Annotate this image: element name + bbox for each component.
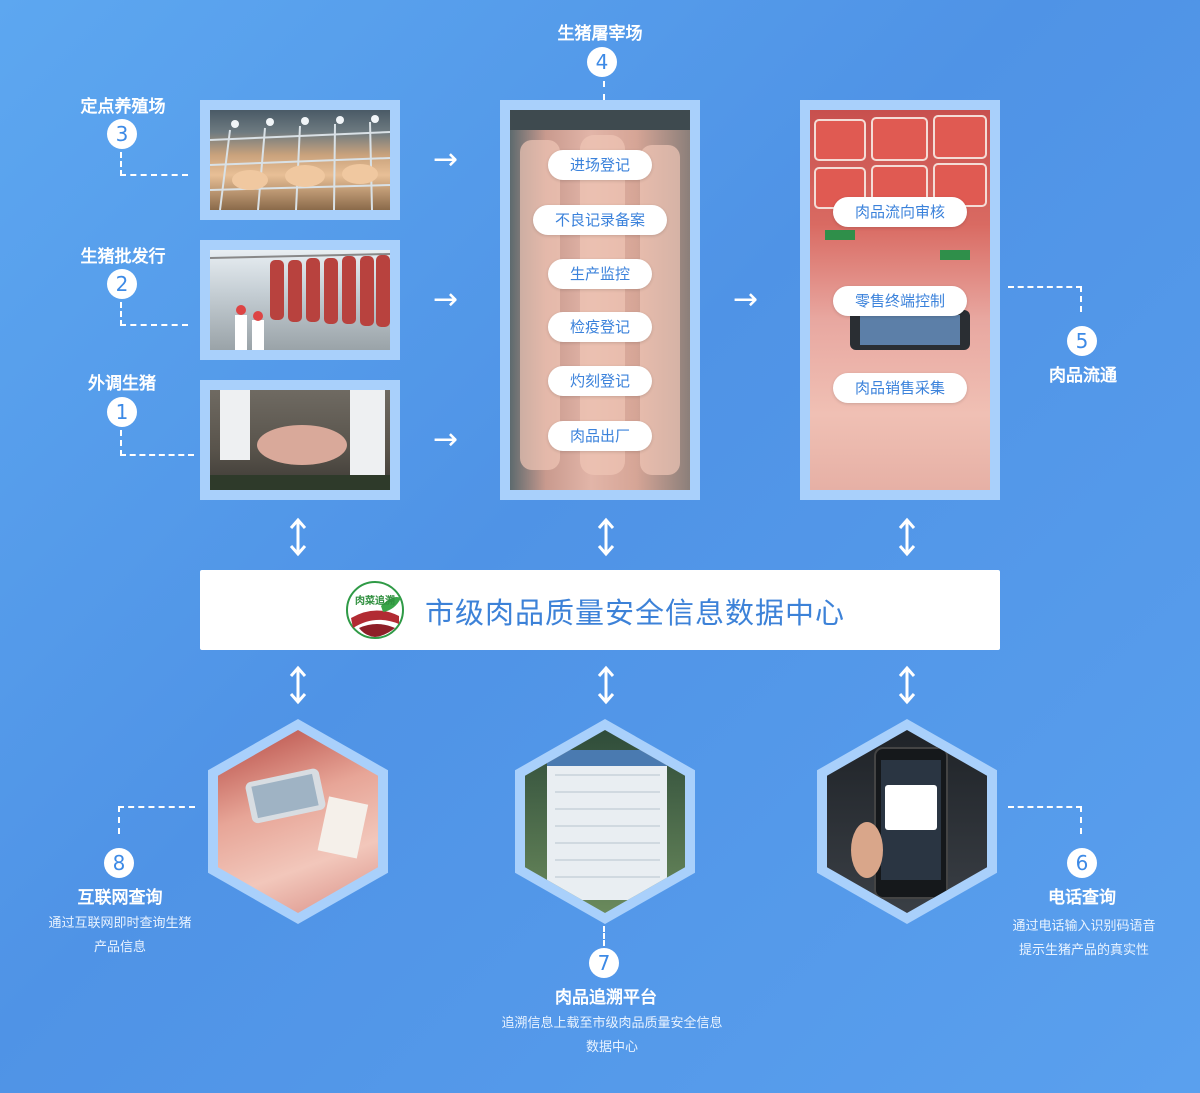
connector-transfer bbox=[120, 430, 194, 456]
slaughter-title: 生猪屠宰场 bbox=[557, 24, 643, 44]
step-pill-marking: 灼刻登记 bbox=[547, 366, 653, 396]
phone-query-hexagon bbox=[817, 719, 997, 924]
internet-query-number: 8 bbox=[104, 848, 134, 878]
step-pill-quarantine: 检疫登记 bbox=[547, 312, 653, 342]
step-pill-bad-record: 不良记录备案 bbox=[532, 205, 668, 235]
traceability-diagram: 定点养殖场 3 生猪批发行 2 外调生猪 1 → → → 生猪屠宰场 4 进场登… bbox=[0, 0, 1200, 1093]
double-arrow-icon bbox=[898, 665, 916, 705]
traceability-logo: 肉菜追溯 bbox=[346, 581, 404, 639]
phone-query-image bbox=[827, 730, 987, 913]
connector-internet-query bbox=[118, 806, 195, 834]
step-pill-entry-registration: 进场登记 bbox=[547, 150, 653, 180]
source-title-wholesale: 生猪批发行 bbox=[80, 247, 166, 267]
step-pill-production-monitoring: 生产监控 bbox=[547, 259, 653, 289]
source-number-wholesale: 2 bbox=[107, 269, 137, 299]
internet-query-image bbox=[218, 730, 378, 913]
step-pill-flow-audit: 肉品流向审核 bbox=[832, 197, 968, 227]
double-arrow-icon bbox=[289, 665, 307, 705]
platform-title: 肉品追溯平台 bbox=[555, 988, 657, 1008]
step-pill-sales-collection: 肉品销售采集 bbox=[832, 373, 968, 403]
platform-hexagon bbox=[515, 719, 695, 924]
platform-desc-line-1: 追溯信息上载至市级肉品质量安全信息 bbox=[501, 1016, 723, 1031]
connector-farm bbox=[120, 152, 188, 176]
slaughter-number: 4 bbox=[587, 47, 617, 77]
double-arrow-icon bbox=[597, 665, 615, 705]
pig-farm-image bbox=[210, 110, 390, 210]
platform-image bbox=[525, 730, 685, 913]
wholesale-photo-frame bbox=[200, 240, 400, 360]
source-number-farm: 3 bbox=[107, 119, 137, 149]
phone-query-desc-line-2: 提示生猪产品的真实性 bbox=[1018, 943, 1150, 958]
pig-transfer-image bbox=[210, 390, 390, 490]
step-pill-retail-control: 零售终端控制 bbox=[832, 286, 968, 316]
phone-query-desc-line-1: 通过电话输入识别码语音 bbox=[1012, 919, 1156, 934]
step-pill-meat-exit: 肉品出厂 bbox=[547, 421, 653, 451]
platform-number: 7 bbox=[589, 948, 619, 978]
double-arrow-icon bbox=[898, 517, 916, 557]
connector-phone-query bbox=[1008, 806, 1082, 834]
source-title-transfer: 外调生猪 bbox=[88, 374, 156, 394]
phone-query-number: 6 bbox=[1067, 848, 1097, 878]
internet-query-hexagon bbox=[208, 719, 388, 924]
carcass-hall-image bbox=[210, 250, 390, 350]
farm-photo-frame bbox=[200, 100, 400, 220]
phone-query-title: 电话查询 bbox=[1048, 888, 1116, 908]
circulation-title: 肉品流通 bbox=[1049, 366, 1117, 386]
circulation-photo-frame: 肉品流向审核 零售终端控制 肉品销售采集 bbox=[800, 100, 1000, 500]
internet-query-desc-line-2: 产品信息 bbox=[93, 940, 147, 955]
slaughter-photo-frame: 进场登记 不良记录备案 生产监控 检疫登记 灼刻登记 肉品出厂 bbox=[500, 100, 700, 500]
transfer-photo-frame bbox=[200, 380, 400, 500]
connector-slaughter bbox=[603, 81, 605, 100]
double-arrow-icon bbox=[597, 517, 615, 557]
arrow-right-icon: → bbox=[733, 282, 759, 317]
source-title-farm: 定点养殖场 bbox=[80, 97, 166, 117]
arrow-right-icon: → bbox=[433, 282, 459, 317]
connector-circulation bbox=[1008, 286, 1082, 312]
data-center-bar: 肉菜追溯 市级肉品质量安全信息数据中心 bbox=[200, 570, 1000, 650]
logo-text: 肉菜追溯 bbox=[355, 594, 395, 607]
connector-platform bbox=[603, 926, 605, 946]
data-center-title: 市级肉品质量安全信息数据中心 bbox=[425, 596, 846, 630]
circulation-number: 5 bbox=[1067, 326, 1097, 356]
double-arrow-icon bbox=[289, 517, 307, 557]
source-number-transfer: 1 bbox=[107, 397, 137, 427]
arrow-right-icon: → bbox=[433, 142, 459, 177]
internet-query-title: 互联网查询 bbox=[77, 888, 163, 908]
internet-query-desc-line-1: 通过互联网即时查询生猪 bbox=[48, 916, 192, 931]
platform-desc-line-2: 数据中心 bbox=[585, 1040, 639, 1055]
connector-wholesale bbox=[120, 302, 188, 326]
arrow-right-icon: → bbox=[433, 422, 459, 457]
